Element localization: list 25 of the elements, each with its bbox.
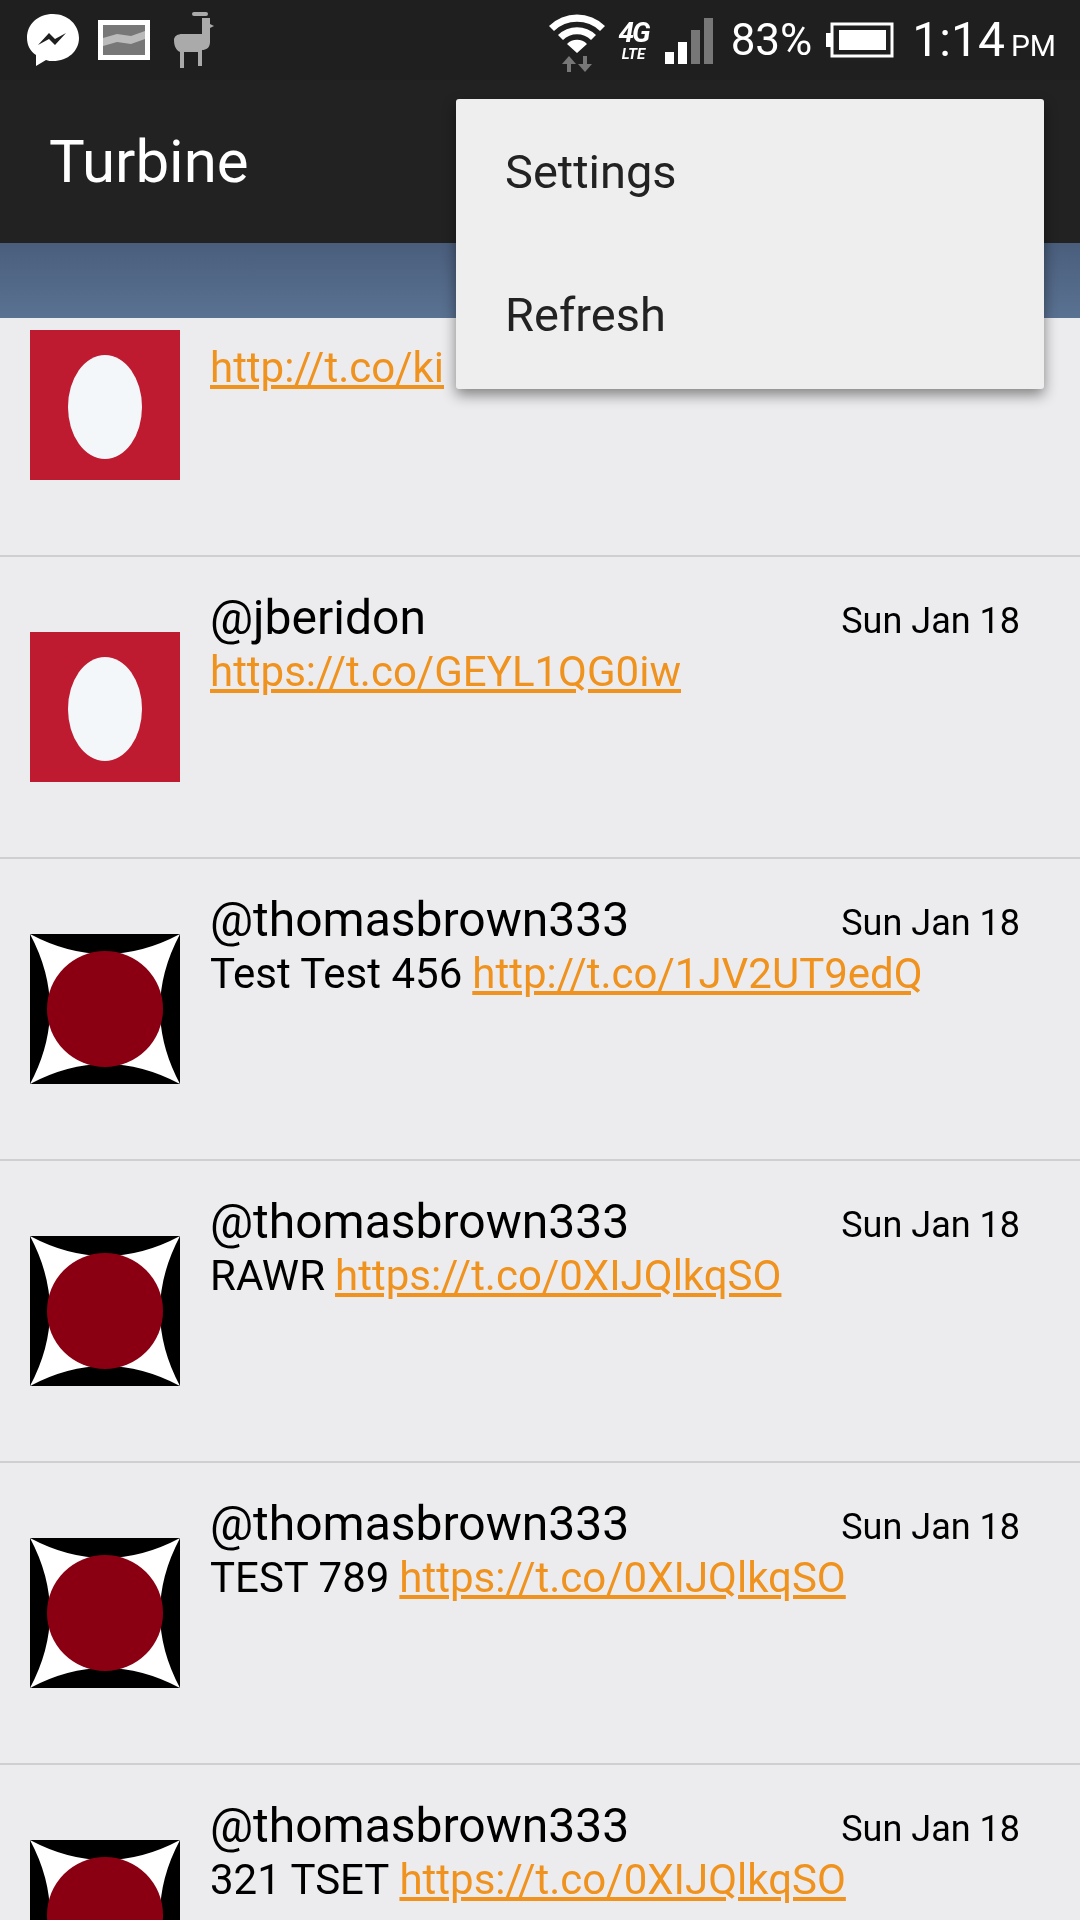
tweet-date: Sun Jan 18	[841, 901, 1020, 946]
tweet-text: RAWR	[210, 1250, 325, 1302]
tweet-date: Sun Jan 18	[841, 1203, 1020, 1248]
clock-ampm: PM	[1010, 26, 1056, 65]
messenger-icon	[24, 11, 82, 69]
username[interactable]: @thomasbrown333	[210, 1798, 630, 1854]
username[interactable]: @jberidon	[210, 590, 426, 646]
tweet-text: 321 TSET	[210, 1854, 390, 1906]
battery-icon	[826, 22, 895, 58]
battery-percent: 83%	[730, 13, 813, 68]
tweet-text: Test Test 456	[210, 948, 463, 1000]
menu-item[interactable]: Refresh	[456, 244, 1044, 387]
tweet-date: Sun Jan 18	[841, 599, 1020, 644]
tweet-text: TEST 789	[210, 1552, 390, 1604]
clock-time: 1:14	[912, 10, 1005, 70]
tweet-date: Sun Jan 18	[841, 1505, 1020, 1550]
network-sub-label: LTE	[621, 46, 646, 62]
username[interactable]: @thomasbrown333	[210, 1496, 630, 1552]
menu-item[interactable]: Settings	[456, 101, 1044, 244]
tweet-date: Sun Jan 18	[841, 1807, 1020, 1852]
network-type-label: 4G	[618, 18, 649, 47]
app-title: Turbine	[49, 124, 249, 199]
image-icon	[96, 18, 152, 62]
username[interactable]: @thomasbrown333	[210, 892, 630, 948]
username[interactable]: @thomasbrown333	[210, 1194, 630, 1250]
